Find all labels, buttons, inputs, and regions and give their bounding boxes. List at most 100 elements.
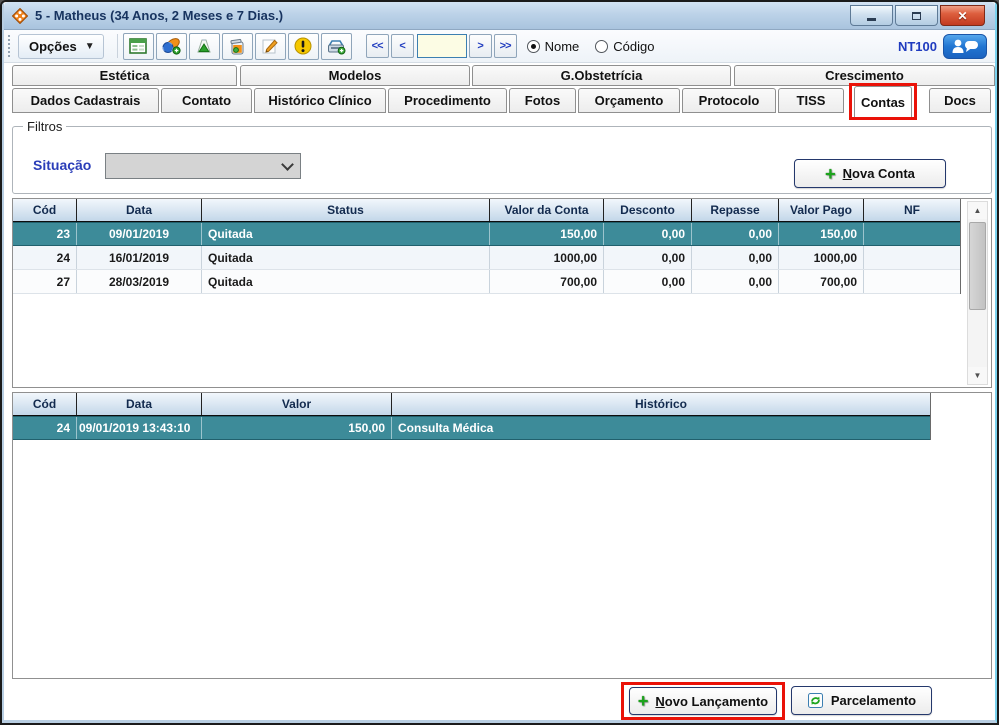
patient-chat-button[interactable] — [943, 34, 987, 59]
situacao-select[interactable] — [105, 153, 301, 179]
prescription-jar-button[interactable] — [222, 33, 253, 60]
accounts-table-panel: Cód Data Status Valor da Conta Desconto … — [12, 198, 992, 388]
cell-valor-pago: 1000,00 — [779, 246, 864, 269]
cell-data: 28/03/2019 — [77, 270, 202, 293]
window-frame: 5 - Matheus (34 Anos, 2 Meses e 7 Dias.)… — [2, 2, 997, 723]
record-form-button[interactable] — [123, 33, 154, 60]
nova-conta-label: Nova Conta — [843, 166, 915, 181]
cell-desconto: 0,00 — [604, 246, 692, 269]
accounts-header-row: Cód Data Status Valor da Conta Desconto … — [13, 199, 960, 222]
cell-valor-pago: 150,00 — [779, 223, 864, 245]
person-chat-icon — [950, 38, 980, 55]
tab-protocolo[interactable]: Protocolo — [682, 88, 776, 113]
col-header-status[interactable]: Status — [202, 199, 490, 221]
app-window: 5 - Matheus (34 Anos, 2 Meses e 7 Dias.)… — [0, 0, 999, 725]
col-header-valor-conta[interactable]: Valor da Conta — [490, 199, 604, 221]
tab-docs[interactable]: Docs — [929, 88, 991, 113]
cell-repasse: 0,00 — [692, 270, 779, 293]
accounts-scrollbar[interactable]: ▲ ▼ — [967, 201, 988, 385]
window-controls: ✕ — [850, 5, 985, 26]
col-header-historico[interactable]: Histórico — [392, 393, 930, 415]
nova-conta-button[interactable]: + Nova Conta — [794, 159, 946, 188]
cell-cod: 24 — [13, 246, 77, 269]
nav-first-button[interactable]: << — [366, 34, 389, 58]
maximize-button[interactable] — [895, 5, 938, 26]
scroll-down-button[interactable]: ▼ — [968, 367, 987, 384]
window-title: 5 - Matheus (34 Anos, 2 Meses e 7 Dias.) — [35, 8, 283, 23]
col-header-cod[interactable]: Cód — [13, 393, 77, 415]
novo-lancamento-button[interactable]: + Novo Lançamento — [629, 687, 777, 715]
certificate-new-button[interactable] — [321, 33, 352, 60]
tab-contas-active[interactable]: Contas — [854, 86, 912, 117]
radio-codigo-label: Código — [613, 39, 654, 54]
nav-next-button[interactable]: > — [469, 34, 492, 58]
table-row[interactable]: 24 16/01/2019 Quitada 1000,00 0,00 0,00 … — [13, 246, 960, 270]
titlebar: 5 - Matheus (34 Anos, 2 Meses e 7 Dias.)… — [4, 2, 995, 30]
cell-status: Quitada — [202, 246, 490, 269]
table-row[interactable]: 27 28/03/2019 Quitada 700,00 0,00 0,00 7… — [13, 270, 960, 294]
medications-button[interactable] — [156, 33, 187, 60]
col-header-desconto[interactable]: Desconto — [604, 199, 692, 221]
maximize-icon — [912, 12, 921, 20]
tab-procedimento[interactable]: Procedimento — [388, 88, 507, 113]
tab-tiss[interactable]: TISS — [778, 88, 844, 113]
nav-last-button[interactable]: >> — [494, 34, 517, 58]
search-mode-group: Nome Código — [527, 39, 655, 54]
tab-estetica[interactable]: Estética — [12, 65, 237, 86]
app-icon — [12, 8, 28, 24]
options-label: Opções — [29, 39, 77, 54]
cell-cod: 23 — [13, 223, 77, 245]
cell-nf — [864, 270, 960, 293]
col-header-cod[interactable]: Cód — [13, 199, 77, 221]
tab-dados-cadastrais[interactable]: Dados Cadastrais — [12, 88, 159, 113]
radio-codigo[interactable]: Código — [595, 39, 654, 54]
close-button[interactable]: ✕ — [940, 5, 985, 26]
tab-fotos[interactable]: Fotos — [509, 88, 576, 113]
col-header-valor[interactable]: Valor — [202, 393, 392, 415]
tab-gobstetricia[interactable]: G.Obstetrícia — [472, 65, 731, 86]
parcelamento-button[interactable]: Parcelamento — [791, 686, 932, 715]
alert-button[interactable] — [288, 33, 319, 60]
tab-historico-clinico[interactable]: Histórico Clínico — [254, 88, 386, 113]
radio-nome-circle — [527, 40, 540, 53]
jar-icon — [228, 38, 246, 55]
tab-orcamento[interactable]: Orçamento — [578, 88, 680, 113]
toolbar-right: NT100 — [898, 30, 987, 63]
license-label: NT100 — [898, 39, 937, 54]
toolbar: Opções ▼ — [4, 30, 995, 63]
tab-crescimento[interactable]: Crescimento — [734, 65, 995, 86]
col-header-data[interactable]: Data — [77, 199, 202, 221]
nav-prev-button[interactable]: < — [391, 34, 414, 58]
cell-valor: 150,00 — [202, 417, 392, 439]
col-header-repasse[interactable]: Repasse — [692, 199, 779, 221]
minimize-button[interactable] — [850, 5, 893, 26]
lab-exam-button[interactable] — [189, 33, 220, 60]
chevron-down-icon — [281, 158, 294, 171]
cell-historico: Consulta Médica — [392, 417, 930, 439]
table-row[interactable]: 23 09/01/2019 Quitada 150,00 0,00 0,00 1… — [13, 222, 960, 246]
col-header-valor-pago[interactable]: Valor Pago — [779, 199, 864, 221]
edit-notes-button[interactable] — [255, 33, 286, 60]
toolbar-grip[interactable] — [8, 35, 12, 57]
col-header-nf[interactable]: NF — [864, 199, 960, 221]
close-icon: ✕ — [957, 9, 967, 23]
toolbar-separator — [117, 34, 118, 58]
situacao-label: Situação — [33, 157, 91, 173]
tab-modelos[interactable]: Modelos — [240, 65, 470, 86]
table-row[interactable]: 24 09/01/2019 13:43:10 150,00 Consulta M… — [13, 416, 930, 440]
options-menu-button[interactable]: Opções ▼ — [18, 34, 104, 59]
cell-valor-pago: 700,00 — [779, 270, 864, 293]
cell-desconto: 0,00 — [604, 270, 692, 293]
cell-status: Quitada — [202, 270, 490, 293]
radio-nome[interactable]: Nome — [527, 39, 580, 54]
record-form-icon — [129, 38, 147, 54]
radio-nome-label: Nome — [545, 39, 580, 54]
accounts-table: Cód Data Status Valor da Conta Desconto … — [13, 199, 961, 294]
scrollbar-thumb[interactable] — [969, 222, 986, 310]
col-header-data[interactable]: Data — [77, 393, 202, 415]
tab-contato[interactable]: Contato — [161, 88, 252, 113]
cell-data: 16/01/2019 — [77, 246, 202, 269]
record-search-input[interactable] — [417, 34, 467, 58]
scroll-up-button[interactable]: ▲ — [968, 202, 987, 219]
plus-icon: + — [825, 167, 836, 181]
